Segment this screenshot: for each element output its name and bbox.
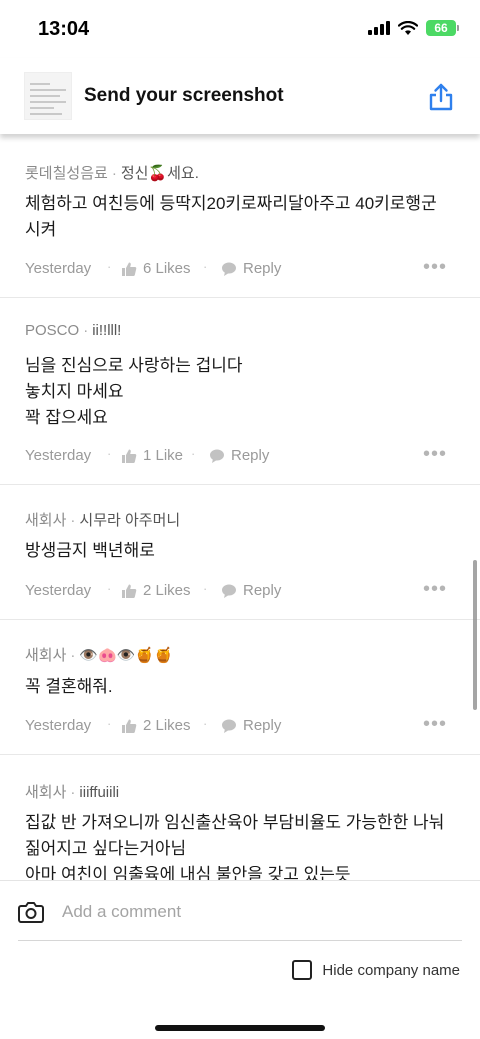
more-icon[interactable]: ••• bbox=[423, 578, 447, 601]
comment-composer: Hide company name bbox=[0, 880, 480, 1039]
status-bar: 13:04 66 bbox=[0, 0, 480, 58]
speech-bubble-icon bbox=[222, 584, 236, 598]
more-icon[interactable]: ••• bbox=[423, 713, 447, 736]
comment-actions: Yesterday · 2 Likes · Reply ••• bbox=[25, 578, 447, 600]
more-icon[interactable]: ••• bbox=[423, 443, 447, 466]
comment-author: 새회사 · 👁️🐽👁️🍯🍯 bbox=[25, 647, 173, 664]
reply-button[interactable]: Reply bbox=[221, 260, 281, 277]
comment-line: 방생금지 백년해로 bbox=[25, 541, 155, 560]
company-name: 롯데칠성음료 bbox=[25, 165, 108, 182]
status-icons: 66 bbox=[368, 20, 459, 36]
comment-actions: Yesterday · 6 Likes · Reply ••• bbox=[25, 256, 447, 278]
nickname: 정신🍒세요. bbox=[120, 165, 199, 182]
nickname: iiiffuiili bbox=[79, 784, 120, 801]
comment-list[interactable]: 롯데칠성음료 · 정신🍒세요. 체험하고 여친등에 등딱지20키로짜리달아주고 40… bbox=[0, 134, 480, 880]
scrollbar[interactable] bbox=[473, 560, 477, 710]
comment-author: POSCO · ii!!lll! bbox=[25, 322, 122, 339]
comment-body: 체험하고 여친등에 등딱지20키로짜리달아주고 40키로행군 시켜 bbox=[25, 191, 457, 243]
speech-bubble-icon bbox=[222, 262, 236, 276]
comment-input[interactable] bbox=[62, 899, 442, 925]
comment-line: 꽉 잡으세요 bbox=[25, 408, 108, 427]
speech-bubble-icon bbox=[210, 449, 224, 463]
comment-item: 롯데칠성음료 · 정신🍒세요. 체험하고 여친등에 등딱지20키로짜리달아주고 40… bbox=[0, 134, 480, 298]
more-icon[interactable]: ••• bbox=[423, 256, 447, 279]
battery-indicator: 66 bbox=[426, 20, 459, 36]
home-indicator bbox=[155, 1025, 325, 1031]
reply-label: Reply bbox=[243, 582, 282, 599]
status-time: 13:04 bbox=[38, 18, 90, 40]
comment-date: Yesterday bbox=[25, 717, 92, 734]
camera-icon[interactable] bbox=[17, 898, 45, 926]
reply-button[interactable]: Reply bbox=[221, 717, 281, 734]
comment-author: 롯데칠성음료 · 정신🍒세요. bbox=[25, 165, 199, 182]
reply-button[interactable]: Reply bbox=[209, 447, 269, 464]
hide-company-label: Hide company name bbox=[322, 961, 460, 979]
comment-actions: Yesterday · 2 Likes · Reply ••• bbox=[25, 713, 447, 735]
thumbs-up-icon bbox=[122, 584, 137, 598]
like-button[interactable]: 1 Like bbox=[121, 447, 183, 464]
speech-bubble-icon bbox=[222, 719, 236, 733]
comment-date: Yesterday bbox=[25, 447, 92, 464]
like-button[interactable]: 2 Likes bbox=[121, 582, 191, 599]
nickname: ii!!lll! bbox=[92, 322, 122, 339]
like-count: 6 Likes bbox=[143, 260, 191, 277]
comment-line: 집값 반 가져오니까 임신출산육아 부담비율도 가능한한 나눠 bbox=[25, 813, 445, 832]
reply-label: Reply bbox=[231, 447, 270, 464]
comment-item: 새회사 · 👁️🐽👁️🍯🍯 꼭 결혼해줘. Yesterday · 2 Likes … bbox=[0, 620, 480, 755]
thumbs-up-icon bbox=[122, 449, 137, 463]
reply-label: Reply bbox=[243, 260, 282, 277]
comment-body: 님을 진심으로 사랑하는 겁니다 놓치지 마세요 꽉 잡으세요 bbox=[25, 353, 457, 431]
comment-date: Yesterday bbox=[25, 582, 92, 599]
comment-line: 꼭 결혼해줘. bbox=[25, 677, 113, 696]
comment-line: 아마 여친이 임출육에 내심 불안을 갖고 있는듯 bbox=[25, 865, 351, 880]
comment-author: 새회사 · iiiffuiili bbox=[25, 784, 120, 801]
comment-item: 새회사 · 시무라 아주머니 방생금지 백년해로 Yesterday · 2 Lik… bbox=[0, 485, 480, 620]
hide-company-checkbox[interactable] bbox=[292, 960, 313, 980]
comment-body: 집값 반 가져오니까 임신출산육아 부담비율도 가능한한 나눠 짊어지고 싶다는… bbox=[25, 810, 457, 880]
comment-body: 방생금지 백년해로 bbox=[25, 538, 457, 564]
reply-label: Reply bbox=[243, 717, 282, 734]
comment-date: Yesterday bbox=[25, 260, 92, 277]
reply-button[interactable]: Reply bbox=[221, 582, 281, 599]
comment-actions: Yesterday · 1 Like · Reply ••• bbox=[25, 443, 447, 465]
comment-line: 놓치지 마세요 bbox=[25, 382, 124, 401]
share-icon[interactable] bbox=[426, 82, 456, 112]
company-name: 새회사 bbox=[25, 647, 67, 664]
comment-body: 꼭 결혼해줘. bbox=[25, 674, 457, 700]
comment-author: 새회사 · 시무라 아주머니 bbox=[25, 512, 181, 529]
screenshot-thumbnail[interactable] bbox=[24, 72, 72, 120]
thumbs-up-icon bbox=[122, 262, 137, 276]
hide-company-toggle[interactable]: Hide company name bbox=[292, 960, 460, 980]
company-name: POSCO bbox=[25, 322, 80, 339]
comment-line: 짊어지고 싶다는거아님 bbox=[25, 839, 187, 858]
like-button[interactable]: 6 Likes bbox=[121, 260, 191, 277]
thumbs-up-icon bbox=[122, 719, 137, 733]
like-button[interactable]: 2 Likes bbox=[121, 717, 191, 734]
like-count: 2 Likes bbox=[143, 717, 191, 734]
comment-line: 시켜 bbox=[25, 220, 57, 239]
comment-item: 새회사 · iiiffuiili 집값 반 가져오니까 임신출산육아 부담비율도 가… bbox=[0, 755, 480, 880]
company-name: 새회사 bbox=[25, 512, 67, 529]
input-underline bbox=[18, 940, 462, 941]
banner-title: Send your screenshot bbox=[84, 85, 284, 106]
comment-item: POSCO · ii!!lll! 님을 진심으로 사랑하는 겁니다 놓치지 마세요 … bbox=[0, 298, 480, 485]
like-count: 1 Like bbox=[143, 447, 184, 464]
company-name: 새회사 bbox=[25, 784, 67, 801]
comment-line: 체험하고 여친등에 등딱지20키로짜리달아주고 40키로행군 bbox=[25, 194, 437, 213]
like-count: 2 Likes bbox=[143, 582, 191, 599]
nickname: 시무라 아주머니 bbox=[79, 512, 181, 529]
screenshot-banner[interactable]: Send your screenshot bbox=[0, 58, 480, 134]
wifi-icon bbox=[398, 20, 418, 35]
cellular-signal-icon bbox=[368, 21, 390, 35]
nickname: 👁️🐽👁️🍯🍯 bbox=[79, 647, 173, 664]
comment-line: 님을 진심으로 사랑하는 겁니다 bbox=[25, 356, 243, 375]
